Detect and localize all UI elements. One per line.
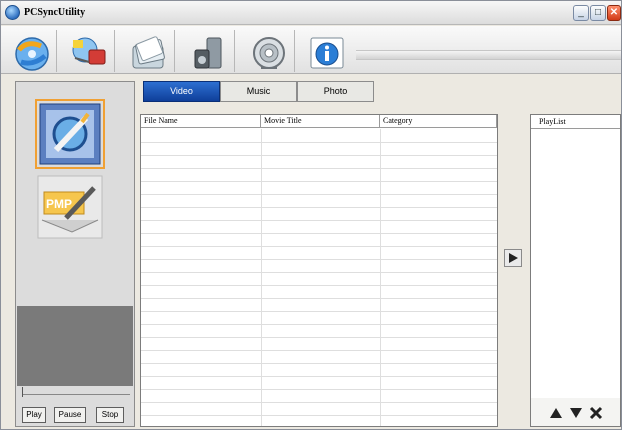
tab-video[interactable]: Video: [143, 81, 220, 102]
transfer-icon: [72, 37, 106, 65]
playlist-header: PlayList: [531, 115, 620, 129]
move-down-icon[interactable]: [569, 406, 583, 420]
minimize-button[interactable]: _: [573, 5, 589, 21]
tab-photo[interactable]: Photo: [297, 81, 374, 102]
row-divider: [141, 272, 497, 273]
left-panel: PMP Play Pause Stop: [15, 81, 135, 427]
close-button[interactable]: ✕: [607, 5, 621, 21]
maximize-button[interactable]: □: [590, 5, 606, 21]
files-icon: [132, 36, 165, 69]
row-divider: [141, 207, 497, 208]
row-divider: [141, 233, 497, 234]
settings-icon: [253, 37, 285, 69]
toolbar-sync-button[interactable]: [1, 30, 57, 72]
toolbar-files-button[interactable]: [119, 30, 175, 72]
stop-button[interactable]: Stop: [96, 407, 124, 423]
toolbar-info-button[interactable]: [297, 30, 353, 72]
row-divider: [141, 181, 497, 182]
row-divider: [141, 402, 497, 403]
row-divider: [141, 324, 497, 325]
sync-icon: [15, 37, 49, 71]
pmp-mode-button[interactable]: PMP: [36, 174, 104, 242]
row-divider: [141, 350, 497, 351]
playlist-panel[interactable]: PlayList: [530, 114, 621, 427]
toolbar-transfer-button[interactable]: [59, 30, 115, 72]
row-divider: [141, 220, 497, 221]
row-divider: [141, 311, 497, 312]
toolbar-settings-button[interactable]: [239, 30, 295, 72]
row-divider: [141, 337, 497, 338]
pause-button[interactable]: Pause: [54, 407, 86, 423]
window-title: PCSyncUtility: [24, 7, 86, 18]
toolbar-strip: [356, 50, 621, 60]
arrow-right-icon: [509, 253, 518, 263]
video-preview: [17, 306, 133, 386]
edit-mode-icon: [39, 103, 101, 165]
column-category[interactable]: Category: [380, 115, 497, 128]
file-list[interactable]: File Name Movie Title Category: [140, 114, 498, 427]
column-file-name[interactable]: File Name: [141, 115, 261, 128]
row-divider: [141, 142, 497, 143]
seek-bar[interactable]: [22, 394, 130, 395]
row-divider: [141, 389, 497, 390]
main-toolbar: [1, 26, 621, 74]
pmp-badge-text: PMP: [46, 197, 72, 211]
add-to-playlist-button[interactable]: [504, 249, 522, 267]
media-icon: [194, 37, 222, 69]
pmp-mode-icon: PMP: [37, 175, 103, 239]
row-divider: [141, 363, 497, 364]
media-tabs: Video Music Photo: [143, 81, 378, 103]
app-window: PCSyncUtility _ □ ✕ PMP Play Pause Stop …: [0, 0, 622, 430]
row-divider: [141, 155, 497, 156]
edit-mode-button[interactable]: [35, 99, 105, 169]
row-divider: [141, 168, 497, 169]
remove-icon[interactable]: [589, 406, 603, 420]
row-divider: [141, 285, 497, 286]
file-list-rows: [141, 129, 497, 426]
move-up-icon[interactable]: [549, 406, 563, 420]
seek-thumb[interactable]: [22, 387, 25, 397]
file-list-header: File Name Movie Title Category: [141, 115, 497, 128]
title-bar: PCSyncUtility _ □ ✕: [1, 1, 621, 25]
row-divider: [141, 298, 497, 299]
playlist-controls: [531, 398, 620, 426]
info-icon: [310, 37, 344, 69]
row-divider: [141, 246, 497, 247]
row-divider: [141, 259, 497, 260]
row-divider: [141, 415, 497, 416]
play-button[interactable]: Play: [22, 407, 46, 423]
row-divider: [141, 376, 497, 377]
toolbar-media-button[interactable]: [179, 30, 235, 72]
tab-music[interactable]: Music: [220, 81, 297, 102]
row-divider: [141, 194, 497, 195]
column-movie-title[interactable]: Movie Title: [261, 115, 380, 128]
column-divider: [380, 129, 381, 426]
column-divider: [261, 129, 262, 426]
app-icon: [5, 5, 20, 20]
